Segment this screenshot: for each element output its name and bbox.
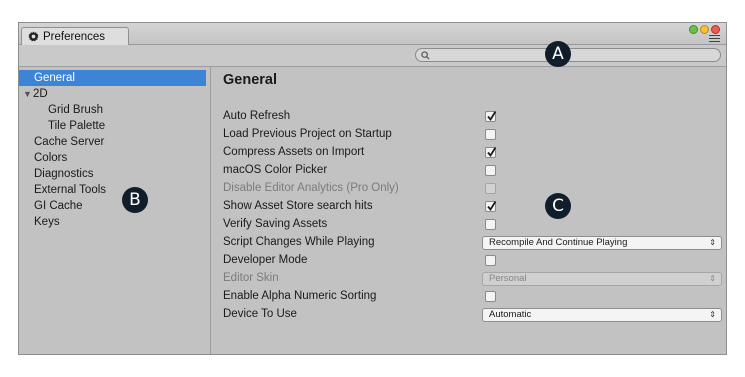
compress-assets-checkbox[interactable] — [485, 147, 497, 158]
setting-label: Script Changes While Playing — [223, 236, 375, 248]
setting-label: Developer Mode — [223, 254, 308, 266]
editor-skin-dropdown: Personal ⇕ — [482, 272, 722, 286]
alpha-numeric-sorting-checkbox[interactable] — [485, 291, 496, 302]
title-bar: Preferences — [19, 23, 726, 45]
settings-panel: General Auto Refresh Load Previous Proje… — [211, 67, 726, 354]
updown-arrow-icon: ⇕ — [709, 310, 716, 319]
developer-mode-checkbox[interactable] — [485, 255, 496, 266]
minimize-button[interactable] — [700, 25, 709, 34]
setting-alpha-numeric-sorting: Enable Alpha Numeric Sorting — [223, 289, 718, 306]
setting-developer-mode: Developer Mode — [223, 253, 718, 270]
gear-icon — [28, 31, 39, 42]
callout-marker-b: B — [122, 187, 148, 213]
load-previous-project-checkbox[interactable] — [485, 129, 496, 140]
setting-label: Device To Use — [223, 308, 297, 320]
tab-label: Preferences — [43, 30, 106, 43]
dropdown-value: Personal — [489, 273, 527, 284]
setting-label: Auto Refresh — [223, 110, 291, 122]
callout-marker-a: A — [545, 41, 571, 67]
setting-label: Load Previous Project on Startup — [223, 128, 392, 140]
checkmark-icon — [487, 111, 497, 122]
sidebar-item-keys[interactable]: Keys — [19, 214, 206, 230]
close-button[interactable] — [711, 25, 720, 34]
sidebar-item-general[interactable]: General — [19, 70, 206, 86]
sidebar-item-colors[interactable]: Colors — [19, 150, 206, 166]
dropdown-value: Automatic — [489, 309, 532, 320]
search-bar — [19, 45, 726, 67]
preferences-window: Preferences General ▼2D Grid Brush Tile … — [18, 22, 727, 355]
checkmark-icon — [487, 201, 497, 212]
sidebar-item-tile-palette[interactable]: Tile Palette — [19, 118, 206, 134]
dropdown-value: Recompile And Continue Playing — [489, 237, 628, 248]
sidebar-item-cache-server[interactable]: Cache Server — [19, 134, 206, 150]
sidebar-item-diagnostics[interactable]: Diagnostics — [19, 166, 206, 182]
window-controls — [689, 25, 720, 34]
setting-device-to-use: Device To Use Automatic ⇕ — [223, 307, 722, 324]
context-menu-icon[interactable] — [709, 35, 720, 43]
script-changes-dropdown[interactable]: Recompile And Continue Playing ⇕ — [482, 236, 722, 250]
setting-label: Disable Editor Analytics (Pro Only) — [223, 182, 399, 194]
sidebar-item-2d[interactable]: ▼2D — [19, 86, 206, 102]
setting-compress-assets: Compress Assets on Import — [223, 145, 718, 162]
setting-label: Show Asset Store search hits — [223, 200, 373, 212]
search-icon — [421, 51, 430, 60]
setting-macos-color-picker: macOS Color Picker — [223, 163, 718, 180]
page-title: General — [223, 72, 277, 88]
setting-load-previous-project: Load Previous Project on Startup — [223, 127, 718, 144]
disclosure-triangle-icon[interactable]: ▼ — [23, 86, 33, 102]
preferences-tab[interactable]: Preferences — [21, 27, 129, 45]
device-to-use-dropdown[interactable]: Automatic ⇕ — [482, 308, 722, 322]
setting-label: Compress Assets on Import — [223, 146, 365, 158]
setting-label: Enable Alpha Numeric Sorting — [223, 290, 377, 302]
show-asset-store-hits-checkbox[interactable] — [485, 201, 497, 212]
auto-refresh-checkbox[interactable] — [485, 111, 497, 122]
sidebar-item-external-tools[interactable]: External Tools — [19, 182, 206, 198]
callout-marker-c: C — [545, 193, 571, 219]
updown-arrow-icon: ⇕ — [709, 238, 716, 247]
checkmark-icon — [487, 147, 497, 158]
sidebar: General ▼2D Grid Brush Tile Palette Cach… — [19, 67, 211, 354]
setting-label: Editor Skin — [223, 272, 279, 284]
setting-editor-skin: Editor Skin Personal ⇕ — [223, 271, 722, 288]
verify-saving-assets-checkbox[interactable] — [485, 219, 496, 230]
disable-editor-analytics-checkbox — [485, 183, 496, 194]
sidebar-item-gi-cache[interactable]: GI Cache — [19, 198, 206, 214]
macos-color-picker-checkbox[interactable] — [485, 165, 496, 176]
setting-label: Verify Saving Assets — [223, 218, 328, 230]
setting-verify-saving-assets: Verify Saving Assets — [223, 217, 718, 234]
setting-script-changes-while-playing: Script Changes While Playing Recompile A… — [223, 235, 722, 252]
setting-auto-refresh: Auto Refresh — [223, 109, 718, 126]
zoom-button[interactable] — [689, 25, 698, 34]
setting-label: macOS Color Picker — [223, 164, 328, 176]
updown-arrow-icon: ⇕ — [709, 274, 716, 283]
sidebar-item-grid-brush[interactable]: Grid Brush — [19, 102, 206, 118]
setting-show-asset-store-hits: Show Asset Store search hits — [223, 199, 718, 216]
setting-disable-editor-analytics: Disable Editor Analytics (Pro Only) — [223, 181, 718, 198]
